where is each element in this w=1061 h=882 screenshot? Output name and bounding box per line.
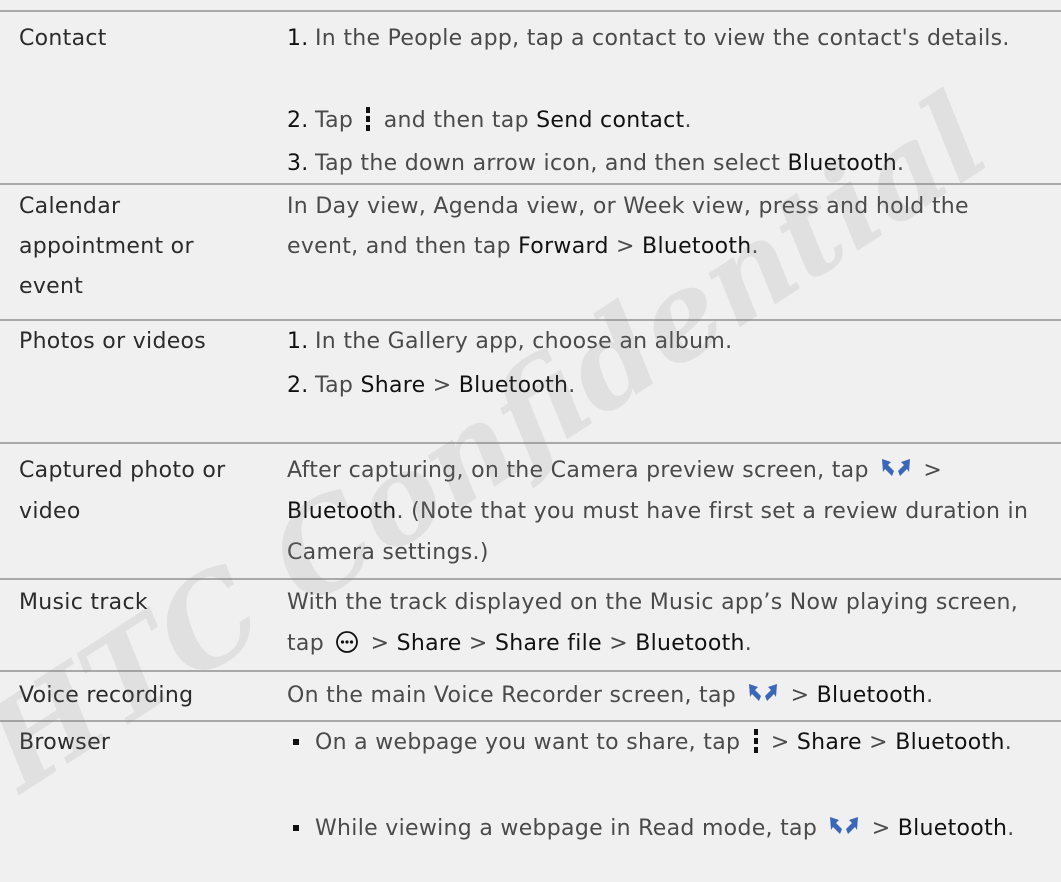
separator: >	[871, 816, 891, 841]
row-label: Browser	[19, 730, 111, 755]
bullet-dot	[293, 825, 299, 831]
step-text: and then tap	[383, 108, 529, 133]
table-row-music: Music track With the track displayed on …	[0, 580, 1061, 672]
table-row-captured: Captured photo or video After capturing,…	[0, 444, 1061, 580]
menu-kebab-icon	[753, 729, 758, 753]
row-description: With the track displayed on the Music ap…	[287, 582, 1047, 664]
row-label-line: Calendar	[19, 194, 121, 219]
ui-term: Bluetooth	[895, 730, 1005, 755]
numbered-step: 1. In the People app, tap a contact to v…	[287, 18, 1047, 100]
ui-term: Send contact	[536, 108, 685, 133]
ui-term: Bluetooth	[635, 631, 745, 656]
row-label: Calendar appointment or event	[19, 187, 194, 307]
step-text: In the People app, tap a contact to view…	[315, 26, 1010, 51]
step-number: 3.	[287, 151, 309, 176]
numbered-step: 1. In the Gallery app, choose an album.	[287, 321, 1047, 365]
ui-term: Bluetooth	[897, 816, 1008, 841]
row-label-line: appointment or	[19, 234, 194, 259]
bullet-dot	[293, 739, 299, 745]
numbered-step: 3. Tap the down arrow icon, and then sel…	[287, 143, 1047, 184]
ui-term: Share	[396, 631, 462, 656]
ui-term: Share	[796, 730, 862, 755]
ui-term: Share file	[494, 631, 602, 656]
row-label-line: Captured photo or	[19, 458, 226, 483]
share-icon	[749, 684, 778, 701]
menu-kebab-icon	[366, 107, 371, 131]
row-description: After capturing, on the Camera preview s…	[287, 450, 1047, 573]
punctuation: .	[1004, 730, 1012, 755]
punctuation: .	[684, 108, 692, 133]
row-label: Voice recording	[19, 683, 194, 708]
step-text: Tap the down arrow icon, and then select	[315, 151, 781, 176]
row-description: 1. In the People app, tap a contact to v…	[287, 18, 1047, 184]
desc-text: After capturing, on the Camera preview s…	[287, 458, 869, 483]
table-row-photos: Photos or videos 1. In the Gallery app, …	[0, 321, 1061, 444]
row-label: Captured photo or video	[19, 450, 225, 532]
punctuation: .	[568, 373, 576, 398]
table-row-voice: Voice recording On the main Voice Record…	[0, 672, 1061, 722]
bullet-item: On a webpage you want to share, tap > Sh…	[287, 722, 1047, 808]
row-label: Music track	[19, 590, 148, 615]
row-label: Contact	[19, 26, 107, 51]
punctuation: .	[751, 234, 759, 259]
row-label-line: event	[19, 274, 84, 299]
table-row-browser: Browser On a webpage you want to share, …	[0, 722, 1061, 882]
step-number: 2.	[287, 108, 309, 133]
desc-text: On the main Voice Recorder screen, tap	[287, 683, 737, 708]
ui-term: Forward	[518, 234, 609, 259]
ui-term: Bluetooth	[816, 683, 927, 708]
separator: >	[370, 631, 390, 656]
numbered-step: 2. Tap Share > Bluetooth.	[287, 365, 1047, 406]
numbered-step: 2. Tap and then tap Send contact.	[287, 100, 1047, 143]
ui-term: Share	[360, 373, 426, 398]
punctuation: .	[1007, 816, 1015, 841]
punctuation: .	[926, 683, 934, 708]
row-label: Photos or videos	[19, 329, 207, 354]
separator: >	[609, 631, 628, 656]
separator: >	[790, 683, 810, 708]
row-description: On the main Voice Recorder screen, tap >…	[287, 675, 1047, 716]
more-options-icon	[336, 631, 359, 653]
step-text: In the Gallery app, choose an album.	[315, 329, 733, 354]
share-icon	[830, 817, 859, 834]
ui-term: Bluetooth	[642, 234, 752, 259]
separator: >	[770, 730, 790, 755]
share-via-bluetooth-table: Contact 1. In the People app, tap a cont…	[0, 0, 1061, 882]
separator: >	[923, 458, 943, 483]
row-label-line: video	[19, 499, 81, 524]
row-description: On a webpage you want to share, tap > Sh…	[287, 722, 1047, 849]
step-number: 1.	[287, 329, 309, 354]
bullet-item: While viewing a webpage in Read mode, ta…	[287, 808, 1047, 849]
ui-term: Bluetooth	[458, 373, 569, 398]
separator: >	[468, 631, 488, 656]
separator: >	[432, 373, 452, 398]
separator: >	[869, 730, 888, 755]
step-number: 1.	[287, 26, 309, 51]
separator: >	[616, 234, 635, 259]
desc-text: While viewing a webpage in Read mode, ta…	[315, 816, 818, 841]
step-text: Tap	[315, 373, 354, 398]
row-description: 1. In the Gallery app, choose an album. …	[287, 321, 1047, 406]
punctuation: .	[744, 631, 753, 656]
table-row-contact: Contact 1. In the People app, tap a cont…	[0, 10, 1061, 185]
step-text: Tap	[315, 108, 354, 133]
table-row-calendar: Calendar appointment or event In Day vie…	[0, 185, 1061, 321]
ui-term: Bluetooth	[287, 499, 397, 524]
step-number: 2.	[287, 373, 309, 398]
row-description: In Day view, Agenda view, or Week view, …	[287, 187, 1047, 267]
desc-text: . (Note that you must have first set a r…	[287, 499, 1029, 565]
share-icon	[882, 459, 911, 476]
desc-text: On a webpage you want to share, tap	[315, 730, 741, 755]
punctuation: .	[897, 151, 905, 176]
ui-term: Bluetooth	[787, 151, 898, 176]
